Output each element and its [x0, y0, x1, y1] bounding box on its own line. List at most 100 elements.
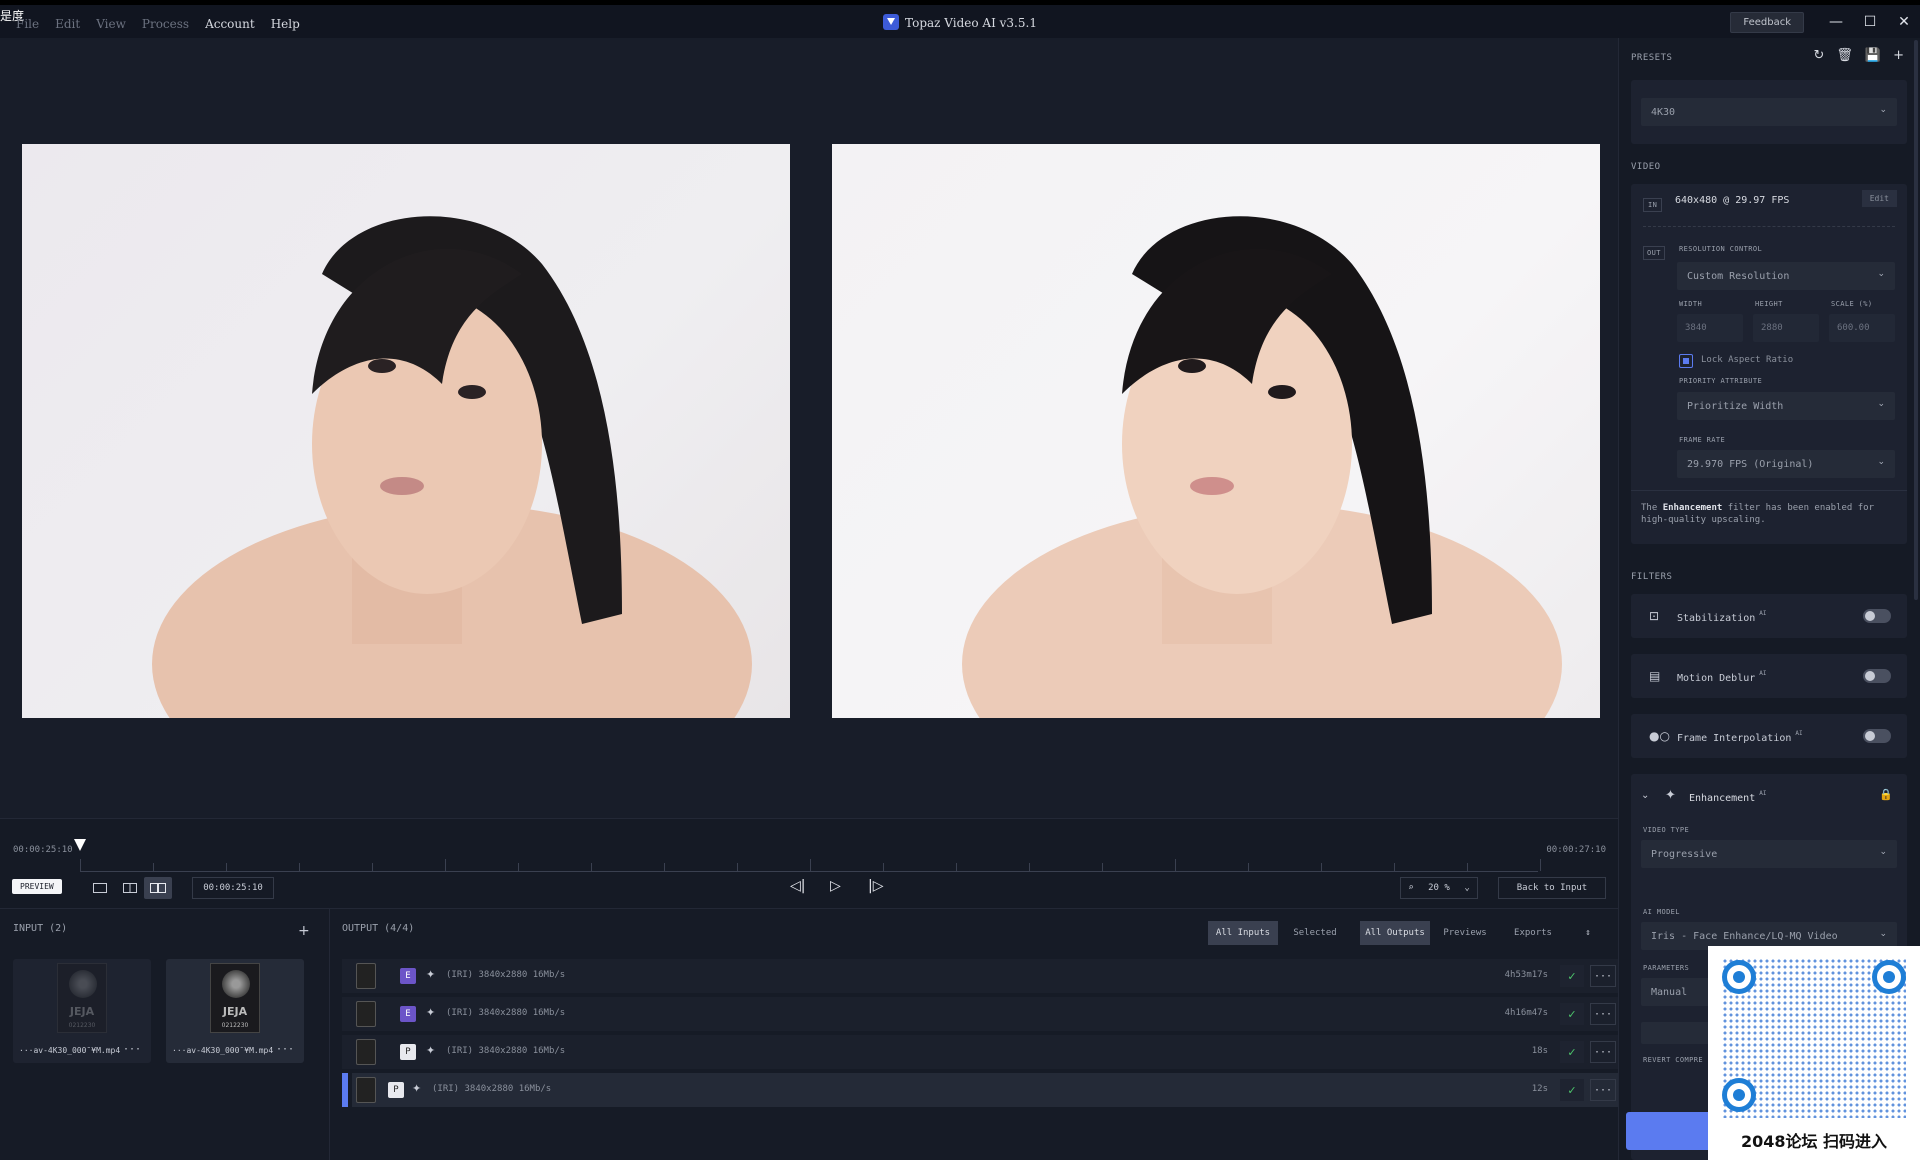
app-title: Topaz Video AI v3.5.1 — [0, 14, 1920, 30]
filter-exports-button[interactable]: Exports — [1500, 921, 1566, 945]
input-thumbnail: JEJA 0212230 — [210, 963, 260, 1033]
output-thumbnail — [356, 1001, 376, 1027]
current-timecode[interactable]: 00:00:25:10 — [192, 877, 274, 899]
export-tag: E — [400, 1006, 416, 1022]
output-row[interactable]: E ✦ (IRI) 3840x2880 16Mb/s 4h53m17s ✓ ··… — [342, 959, 1618, 993]
qr-code-overlay: 2048论坛 扫码进入 — [1708, 946, 1920, 1160]
parameters-label: PARAMETERS — [1643, 964, 1690, 972]
video-type-select[interactable]: Progressive ⌄ — [1641, 840, 1897, 868]
maximize-icon[interactable]: ☐ — [1858, 12, 1882, 32]
collapse-chevron-icon[interactable]: ⌄ — [1641, 790, 1649, 801]
sparkle-icon: ✦ — [1665, 788, 1676, 803]
height-label: HEIGHT — [1755, 300, 1783, 308]
frame-interpolation-icon: ●○ — [1649, 729, 1670, 743]
check-icon: ✓ — [1560, 965, 1584, 987]
add-input-icon[interactable]: + — [298, 923, 310, 939]
output-row[interactable]: P ✦ (IRI) 3840x2880 16Mb/s 18s ✓ ··· — [342, 1035, 1618, 1069]
in-badge: IN — [1643, 198, 1663, 212]
input-thumbnail: JEJA 0212230 — [57, 963, 107, 1033]
ai-model-label: AI MODEL — [1643, 908, 1680, 916]
timeline-tick — [299, 863, 300, 871]
filter-name: Motion Deblur AI — [1677, 670, 1767, 684]
play-icon[interactable]: ▷ — [830, 878, 841, 894]
divider — [1643, 226, 1895, 227]
sort-icon[interactable]: ⇕ — [1578, 921, 1598, 945]
step-back-icon[interactable]: ◁| — [790, 878, 805, 894]
more-options-icon[interactable]: ··· — [1590, 1041, 1616, 1063]
more-options-icon[interactable]: ··· — [123, 1044, 141, 1055]
resolution-control-select[interactable]: Custom Resolution ⌄ — [1677, 262, 1895, 290]
preview-tag: P — [400, 1044, 416, 1060]
filter-frame-interpolation[interactable]: ●○ Frame Interpolation AI — [1631, 714, 1907, 758]
timeline-tick — [1321, 863, 1322, 871]
filter-selected-button[interactable]: Selected — [1280, 921, 1350, 945]
edit-button[interactable]: Edit — [1861, 190, 1897, 207]
add-preset-icon[interactable]: + — [1893, 48, 1904, 63]
height-input[interactable]: 2880 — [1753, 314, 1819, 342]
more-options-icon[interactable]: ··· — [276, 1044, 294, 1055]
reset-icon[interactable]: ↻ — [1813, 48, 1824, 63]
zoom-select[interactable]: ⌕ 20 % ⌄ — [1400, 877, 1478, 899]
filter-motion-deblur[interactable]: ▤ Motion Deblur AI — [1631, 654, 1907, 698]
chevron-down-icon: ⌄ — [1877, 457, 1885, 467]
qr-finder-icon — [1872, 960, 1906, 994]
priority-attribute-label: PRIORITY ATTRIBUTE — [1679, 377, 1763, 385]
export-button[interactable] — [1626, 1112, 1716, 1150]
back-to-input-button[interactable]: Back to Input — [1498, 877, 1606, 899]
output-description: (IRI) 3840x2880 16Mb/s — [446, 1046, 566, 1056]
video-type-label: VIDEO TYPE — [1643, 826, 1690, 834]
step-forward-icon[interactable]: |▷ — [868, 878, 883, 894]
timeline-tick — [518, 863, 519, 871]
feedback-button[interactable]: Feedback — [1730, 12, 1804, 33]
output-thumbnail — [356, 963, 376, 989]
timeline-tick — [1394, 863, 1395, 871]
save-icon[interactable]: 💾 — [1865, 48, 1881, 63]
output-header: OUTPUT (4/4) — [342, 923, 415, 934]
width-input[interactable]: 3840 — [1677, 314, 1743, 342]
minimize-icon[interactable]: — — [1824, 12, 1848, 32]
timeline-tick — [1467, 863, 1468, 871]
filter-stabilization[interactable]: ⊡ Stabilization AI — [1631, 594, 1907, 638]
preview-button[interactable]: PREVIEW — [12, 879, 62, 894]
close-icon[interactable]: ✕ — [1892, 12, 1916, 32]
original-preview-frame — [22, 144, 790, 718]
output-duration: 12s — [1531, 1084, 1548, 1094]
frame-rate-select[interactable]: 29.970 FPS (Original) ⌄ — [1677, 450, 1895, 478]
stabilization-toggle[interactable] — [1863, 609, 1891, 623]
filter-previews-button[interactable]: Previews — [1434, 921, 1496, 945]
input-file-card[interactable]: JEJA 0212230 ···av-4K30_000¯¥M.mp4 ··· — [13, 959, 151, 1063]
output-panel: OUTPUT (4/4) All Inputs Selected All Out… — [330, 908, 1618, 1160]
playhead-icon[interactable] — [74, 839, 86, 851]
single-view-icon[interactable] — [86, 877, 114, 899]
scale-input[interactable]: 600.00 — [1829, 314, 1895, 342]
timeline-tick — [80, 859, 81, 871]
filter-all-inputs-button[interactable]: All Inputs — [1208, 921, 1278, 945]
output-row-selected[interactable]: P ✦ (IRI) 3840x2880 16Mb/s 12s ✓ ··· — [352, 1073, 1618, 1107]
output-row[interactable]: E ✦ (IRI) 3840x2880 16Mb/s 4h16m47s ✓ ··… — [342, 997, 1618, 1031]
more-options-icon[interactable]: ··· — [1590, 965, 1616, 987]
priority-attribute-select[interactable]: Prioritize Width ⌄ — [1677, 392, 1895, 420]
sparkle-icon: ✦ — [426, 1006, 436, 1019]
motion-deblur-toggle[interactable] — [1863, 669, 1891, 683]
sidebar-scrollbar[interactable] — [1914, 40, 1918, 600]
zoom-icon: ⌕ — [1408, 883, 1414, 893]
timeline-tick — [1029, 863, 1030, 871]
input-file-card-selected[interactable]: JEJA 0212230 ···av-4K30_000¯¥M.mp4 ··· — [166, 959, 304, 1063]
more-options-icon[interactable]: ··· — [1590, 1003, 1616, 1025]
preset-select[interactable]: 4K30 ⌄ — [1641, 98, 1897, 126]
sun-logo-icon — [222, 970, 250, 998]
more-options-icon[interactable]: ··· — [1590, 1079, 1616, 1101]
trash-icon[interactable]: 🗑 — [1836, 48, 1853, 63]
side-by-side-view-icon[interactable] — [144, 877, 172, 899]
title-bar: 是度 File Edit View Process Account Help T… — [0, 0, 1920, 38]
lock-aspect-checkbox[interactable] — [1679, 354, 1693, 368]
timeline-tick — [1102, 863, 1103, 871]
filter-name: Frame Interpolation AI — [1677, 730, 1803, 744]
output-thumbnail — [356, 1039, 376, 1065]
timeline-track[interactable] — [80, 871, 1538, 872]
frame-interpolation-toggle[interactable] — [1863, 729, 1891, 743]
enhanced-preview-frame — [832, 144, 1600, 718]
filter-all-outputs-button[interactable]: All Outputs — [1360, 921, 1430, 945]
filter-name: Stabilization AI — [1677, 610, 1767, 624]
split-view-icon[interactable] — [116, 877, 144, 899]
